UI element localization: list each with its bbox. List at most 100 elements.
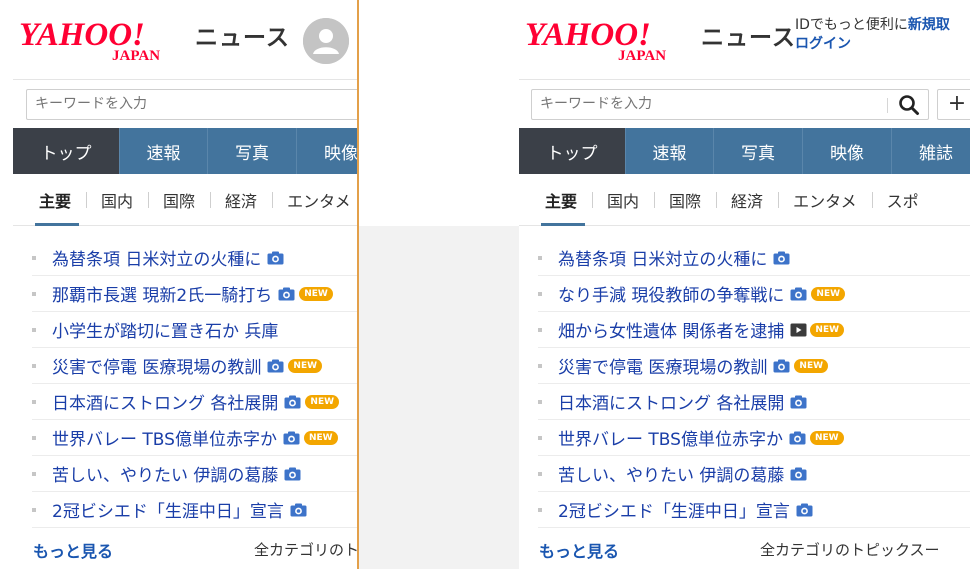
topic-title[interactable]: なり手減 現役教師の争奪戦に xyxy=(558,281,784,306)
bullet-icon xyxy=(32,436,36,440)
topic-item[interactable]: 為替条項 日米対立の火種に xyxy=(32,240,358,276)
topic-item[interactable]: 苦しい、やりたい 伊調の葛藤 xyxy=(32,456,358,492)
tab-top[interactable]: トップ xyxy=(519,128,626,174)
topic-item[interactable]: 小学生が踏切に置き石か 兵庫 xyxy=(32,312,358,348)
topic-title[interactable]: 苦しい、やりたい 伊調の葛藤 xyxy=(52,461,278,486)
topic-title[interactable]: 日本酒にストロング 各社展開 xyxy=(52,389,278,414)
subtab-domestic[interactable]: 国内 xyxy=(592,174,654,226)
search-icon[interactable] xyxy=(896,93,922,117)
subtab-main[interactable]: 主要 xyxy=(25,174,86,226)
topic-item[interactable]: 世界バレー TBS億単位赤字か NEW xyxy=(538,420,970,456)
yahoo-japan-logo[interactable]: YAHOO! JAPAN xyxy=(525,14,695,62)
topic-item[interactable]: 災害で停電 医療現場の教訓 NEW xyxy=(538,348,970,384)
bullet-icon xyxy=(32,292,36,296)
search-input[interactable] xyxy=(35,96,335,112)
add-button[interactable]: + xyxy=(937,89,970,120)
topic-item[interactable]: 2冠ビシエド「生涯中日」宣言 xyxy=(32,492,358,528)
login-link[interactable]: ログイン xyxy=(795,35,950,54)
subtab-entertainment[interactable]: エンタメ xyxy=(272,174,358,226)
all-categories-link[interactable]: 全カテゴリのトピックスー xyxy=(760,539,940,560)
tab-video[interactable]: 映像 xyxy=(803,128,892,174)
bullet-icon xyxy=(32,364,36,368)
topic-item[interactable]: 日本酒にストロング 各社展開 xyxy=(538,384,970,420)
new-badge: NEW xyxy=(810,322,845,337)
subtab-entertainment[interactable]: エンタメ xyxy=(778,174,872,226)
new-badge: NEW xyxy=(794,358,829,373)
tab-video[interactable]: 映像 xyxy=(297,128,358,174)
subtab-sports[interactable]: スポ xyxy=(871,174,934,226)
topic-title[interactable]: 為替条項 日米対立の火種に xyxy=(558,245,767,270)
camera-icon xyxy=(267,359,284,373)
more-link[interactable]: もっと見る xyxy=(33,538,113,562)
all-categories-link[interactable]: 全カテゴリのトピックスー xyxy=(254,539,358,560)
svg-text:JAPAN: JAPAN xyxy=(618,48,666,62)
topic-title[interactable]: 災害で停電 医療現場の教訓 xyxy=(558,353,767,378)
bullet-icon xyxy=(538,256,542,260)
new-badge: NEW xyxy=(809,430,844,445)
search-separator xyxy=(887,98,888,113)
tab-photos[interactable]: 写真 xyxy=(208,128,297,174)
bullet-icon xyxy=(32,508,36,512)
topic-item[interactable]: 那覇市長選 現新2氏一騎打ち NEW xyxy=(32,276,358,312)
topic-title[interactable]: 世界バレー TBS億単位赤字か xyxy=(52,425,277,450)
tab-magazine[interactable]: 雑誌 xyxy=(892,128,970,174)
camera-icon xyxy=(290,503,307,517)
screenshot-stage: YAHOO! JAPAN ニュース キーワードを入力 トップ 速報 写真 映像 … xyxy=(0,0,970,569)
topic-item[interactable]: 為替条項 日米対立の火種に xyxy=(538,240,970,276)
topic-title[interactable]: 2冠ビシエド「生涯中日」宣言 xyxy=(52,497,284,522)
topic-item[interactable]: 畑から女性遺体 関係者を逮捕 NEW xyxy=(538,312,970,348)
topic-title[interactable]: 為替条項 日米対立の火種に xyxy=(52,245,261,270)
bullet-icon xyxy=(538,328,542,332)
topics-footer: もっと見る 全カテゴリのトピックスー xyxy=(13,528,358,568)
topic-item[interactable]: 2冠ビシエド「生涯中日」宣言 xyxy=(538,492,970,528)
topics-footer: もっと見る 全カテゴリのトピックスー xyxy=(519,528,970,568)
new-badge: NEW xyxy=(811,286,846,301)
camera-icon xyxy=(796,503,813,517)
search-input[interactable] xyxy=(540,96,840,112)
new-badge: NEW xyxy=(303,430,338,445)
bullet-icon xyxy=(538,292,542,296)
topic-title[interactable]: 災害で停電 医療現場の教訓 xyxy=(52,353,261,378)
main-tabs: トップ 速報 写真 映像 雑誌 xyxy=(519,128,970,174)
topic-item[interactable]: 日本酒にストロング 各社展開 NEW xyxy=(32,384,358,420)
yahoo-japan-logo[interactable]: YAHOO! JAPAN xyxy=(19,14,189,62)
topic-title[interactable]: 畑から女性遺体 関係者を逮捕 xyxy=(558,317,784,342)
avatar-icon[interactable] xyxy=(303,18,349,64)
signup-link[interactable]: 新規取 xyxy=(908,17,950,33)
topic-item[interactable]: 苦しい、やりたい 伊調の葛藤 xyxy=(538,456,970,492)
topics-list: 為替条項 日米対立の火種に なり手減 現役教師の争奪戦に NEW 畑から女性遺体 関係… xyxy=(519,226,970,528)
service-name: ニュース xyxy=(195,25,290,51)
main-tabs: トップ 速報 写真 映像 xyxy=(13,128,358,174)
subtab-domestic[interactable]: 国内 xyxy=(86,174,148,226)
subtab-world[interactable]: 国際 xyxy=(654,174,716,226)
topic-title[interactable]: 2冠ビシエド「生涯中日」宣言 xyxy=(558,497,790,522)
subtab-world[interactable]: 国際 xyxy=(148,174,210,226)
tab-breaking[interactable]: 速報 xyxy=(626,128,714,174)
tab-top[interactable]: トップ xyxy=(13,128,120,174)
more-link[interactable]: もっと見る xyxy=(539,538,619,562)
svg-text:JAPAN: JAPAN xyxy=(112,48,160,62)
left-page-pane: YAHOO! JAPAN ニュース キーワードを入力 トップ 速報 写真 映像 … xyxy=(0,0,358,569)
topic-item[interactable]: 災害で停電 医療現場の教訓 NEW xyxy=(32,348,358,384)
new-badge: NEW xyxy=(299,286,333,301)
topic-item[interactable]: なり手減 現役教師の争奪戦に NEW xyxy=(538,276,970,312)
category-tabs: 主要 国内 国際 経済 エンタメ スポ xyxy=(519,174,970,226)
bullet-icon xyxy=(538,508,542,512)
tab-breaking[interactable]: 速報 xyxy=(120,128,208,174)
topic-title[interactable]: 日本酒にストロング 各社展開 xyxy=(558,389,784,414)
topic-title[interactable]: 世界バレー TBS億単位赤字か xyxy=(558,425,783,450)
topic-title[interactable]: 苦しい、やりたい 伊調の葛藤 xyxy=(558,461,784,486)
topic-title[interactable]: 小学生が踏切に置き石か 兵庫 xyxy=(52,317,278,342)
page-header: YAHOO! JAPAN ニュース IDでもっと便利に新規取 ログイン xyxy=(519,0,970,80)
camera-icon xyxy=(789,431,806,445)
search-box xyxy=(26,89,358,120)
new-badge: NEW xyxy=(305,394,340,409)
subtab-economy[interactable]: 経済 xyxy=(210,174,272,226)
topic-item[interactable]: 世界バレー TBS億単位赤字か NEW xyxy=(32,420,358,456)
topic-title[interactable]: 那覇市長選 現新2氏一騎打ち xyxy=(52,281,272,306)
subtab-economy[interactable]: 経済 xyxy=(716,174,778,226)
blank-gap-gray xyxy=(359,226,519,569)
subtab-main[interactable]: 主要 xyxy=(531,174,592,226)
tab-photos[interactable]: 写真 xyxy=(714,128,803,174)
bullet-icon xyxy=(32,328,36,332)
